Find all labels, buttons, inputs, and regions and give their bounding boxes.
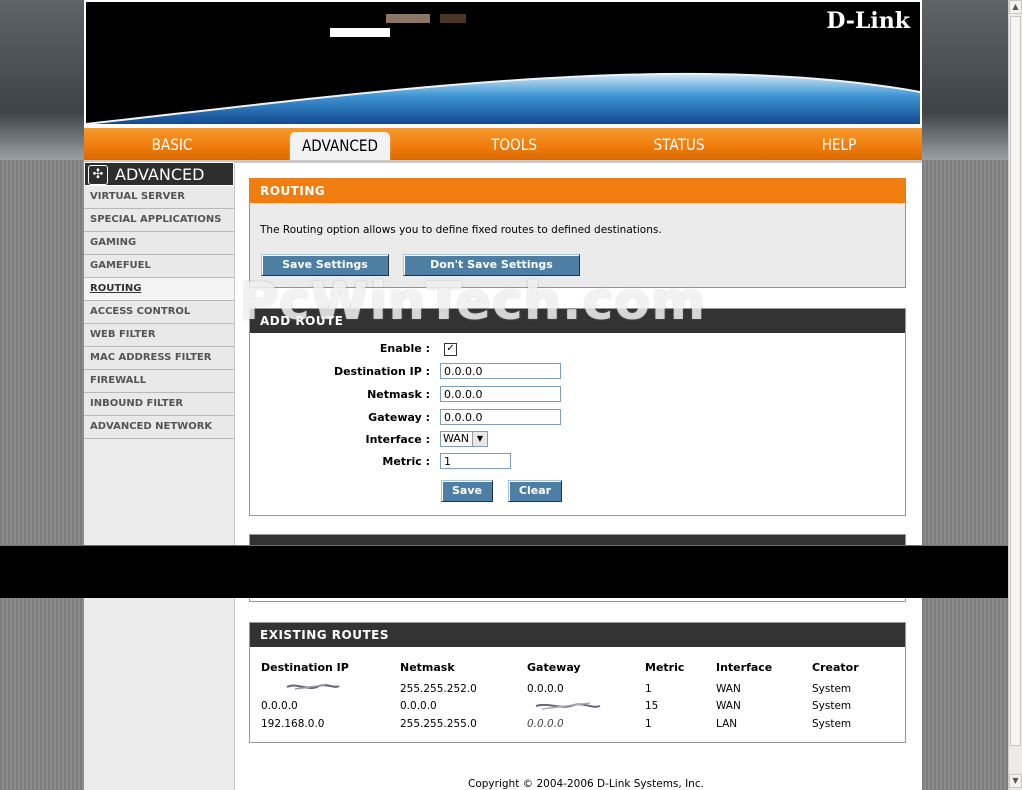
redacted-value — [286, 684, 340, 690]
tab-status[interactable]: STATUS — [637, 128, 722, 160]
tab-tools[interactable]: TOOLS — [472, 128, 557, 160]
column-header: Netmask — [400, 661, 455, 674]
sidebar: ✣ ADVANCED VIRTUAL SERVER SPECIAL APPLIC… — [84, 162, 235, 790]
add-route-section: ADD ROUTE Enable : ✓ Destination IP : 0.… — [249, 308, 906, 516]
netmask-label: Netmask : — [367, 388, 430, 401]
column-header: Destination IP — [261, 661, 349, 674]
interface-label: Interface : — [365, 433, 431, 446]
top-nav: BASIC ADVANCED TOOLS STATUS HELP — [84, 128, 922, 163]
column-header: Metric — [645, 661, 685, 674]
table-cell: System — [812, 700, 852, 712]
routing-intro: The Routing option allows you to define … — [260, 224, 662, 236]
metric-label: Metric : — [382, 455, 430, 468]
clear-button[interactable]: Clear — [508, 480, 562, 502]
existing-routes-title: EXISTING ROUTES — [250, 623, 905, 647]
table-cell: 15 — [645, 700, 659, 712]
sidebar-title: ADVANCED — [115, 165, 205, 184]
routing-title: ROUTING — [250, 179, 905, 203]
interface-select[interactable]: WAN ▼ — [440, 431, 488, 447]
main-content: ROUTING The Routing option allows you to… — [249, 178, 906, 602]
watermark: PcWinTech.com — [240, 272, 707, 332]
background-right-top — [922, 0, 1008, 160]
table-cell: 1 — [645, 718, 652, 730]
table-cell: 255.255.255.0 — [400, 718, 477, 730]
table-cell: LAN — [716, 718, 738, 730]
save-button[interactable]: Save — [441, 480, 493, 502]
obscured-section-header — [250, 535, 905, 545]
sidebar-item-routing[interactable]: ROUTING — [84, 278, 234, 301]
sidebar-item-special-applications[interactable]: SPECIAL APPLICATIONS — [84, 209, 234, 232]
router-page: D-Link BASIC ADVANCED TOOLS STATUS HELP … — [84, 0, 922, 790]
existing-routes-section: EXISTING ROUTES Destination IP Netmask G… — [249, 622, 906, 743]
destination-ip-input[interactable]: 0.0.0.0 — [440, 363, 561, 379]
enable-checkbox[interactable]: ✓ — [444, 343, 457, 356]
background-left-top — [0, 0, 84, 160]
gateway-input[interactable]: 0.0.0.0 — [440, 409, 561, 425]
table-cell: 255.255.252.0 — [400, 683, 477, 695]
table-cell: 0.0.0.0 — [527, 683, 564, 695]
sidebar-item-web-filter[interactable]: WEB FILTER — [84, 324, 234, 347]
table-cell: System — [812, 718, 852, 730]
sidebar-item-virtual-server[interactable]: VIRTUAL SERVER — [84, 186, 234, 209]
sidebar-item-inbound-filter[interactable]: INBOUND FILTER — [84, 393, 234, 416]
obscuring-bar — [0, 545, 1022, 598]
scroll-up-icon[interactable]: ▲ — [1009, 0, 1022, 14]
header-banner: D-Link — [84, 0, 922, 128]
table-cell: 1 — [645, 683, 652, 695]
scroll-down-icon[interactable]: ▼ — [1009, 774, 1022, 788]
table-cell: 0.0.0.0 — [400, 700, 437, 712]
table-cell: 0.0.0.0 — [527, 718, 564, 730]
sidebar-item-gaming[interactable]: GAMING — [84, 232, 234, 255]
tab-help[interactable]: HELP — [797, 128, 882, 160]
destination-ip-label: Destination IP : — [333, 365, 430, 378]
vertical-scrollbar[interactable]: ▲ ▼ — [1008, 0, 1022, 790]
sidebar-item-gamefuel[interactable]: GAMEFUEL — [84, 255, 234, 278]
table-cell: System — [812, 683, 852, 695]
column-header: Interface — [716, 661, 773, 674]
table-cell: 0.0.0.0 — [261, 700, 298, 712]
sidebar-header: ✣ ADVANCED — [84, 162, 234, 186]
enable-label: Enable : — [379, 342, 430, 355]
header-decoration — [330, 28, 390, 37]
table-cell: WAN — [716, 700, 741, 712]
metric-input[interactable]: 1 — [440, 453, 511, 469]
tab-basic[interactable]: BASIC — [130, 128, 215, 160]
dlink-logo: D-Link — [826, 8, 910, 34]
sidebar-item-mac-address-filter[interactable]: MAC ADDRESS FILTER — [84, 347, 234, 370]
scrollbar-thumb[interactable] — [1010, 16, 1021, 746]
column-header: Gateway — [527, 661, 581, 674]
interface-select-value: WAN — [443, 432, 470, 445]
header-decoration — [440, 14, 466, 23]
column-header: Creator — [812, 661, 859, 674]
table-cell: 192.168.0.0 — [261, 718, 325, 730]
chevron-down-icon[interactable]: ▼ — [472, 432, 487, 446]
gear-icon: ✣ — [88, 165, 108, 185]
redacted-value — [535, 702, 601, 710]
sidebar-item-firewall[interactable]: FIREWALL — [84, 370, 234, 393]
table-cell: WAN — [716, 683, 741, 695]
header-wave — [86, 72, 920, 128]
copyright-footer: Copyright © 2004-2006 D-Link Systems, In… — [468, 778, 704, 790]
tab-advanced[interactable]: ADVANCED — [289, 132, 391, 160]
gateway-label: Gateway : — [368, 411, 430, 424]
sidebar-item-advanced-network[interactable]: ADVANCED NETWORK — [84, 416, 234, 439]
header-decoration — [386, 14, 430, 23]
netmask-input[interactable]: 0.0.0.0 — [440, 386, 561, 402]
sidebar-item-access-control[interactable]: ACCESS CONTROL — [84, 301, 234, 324]
